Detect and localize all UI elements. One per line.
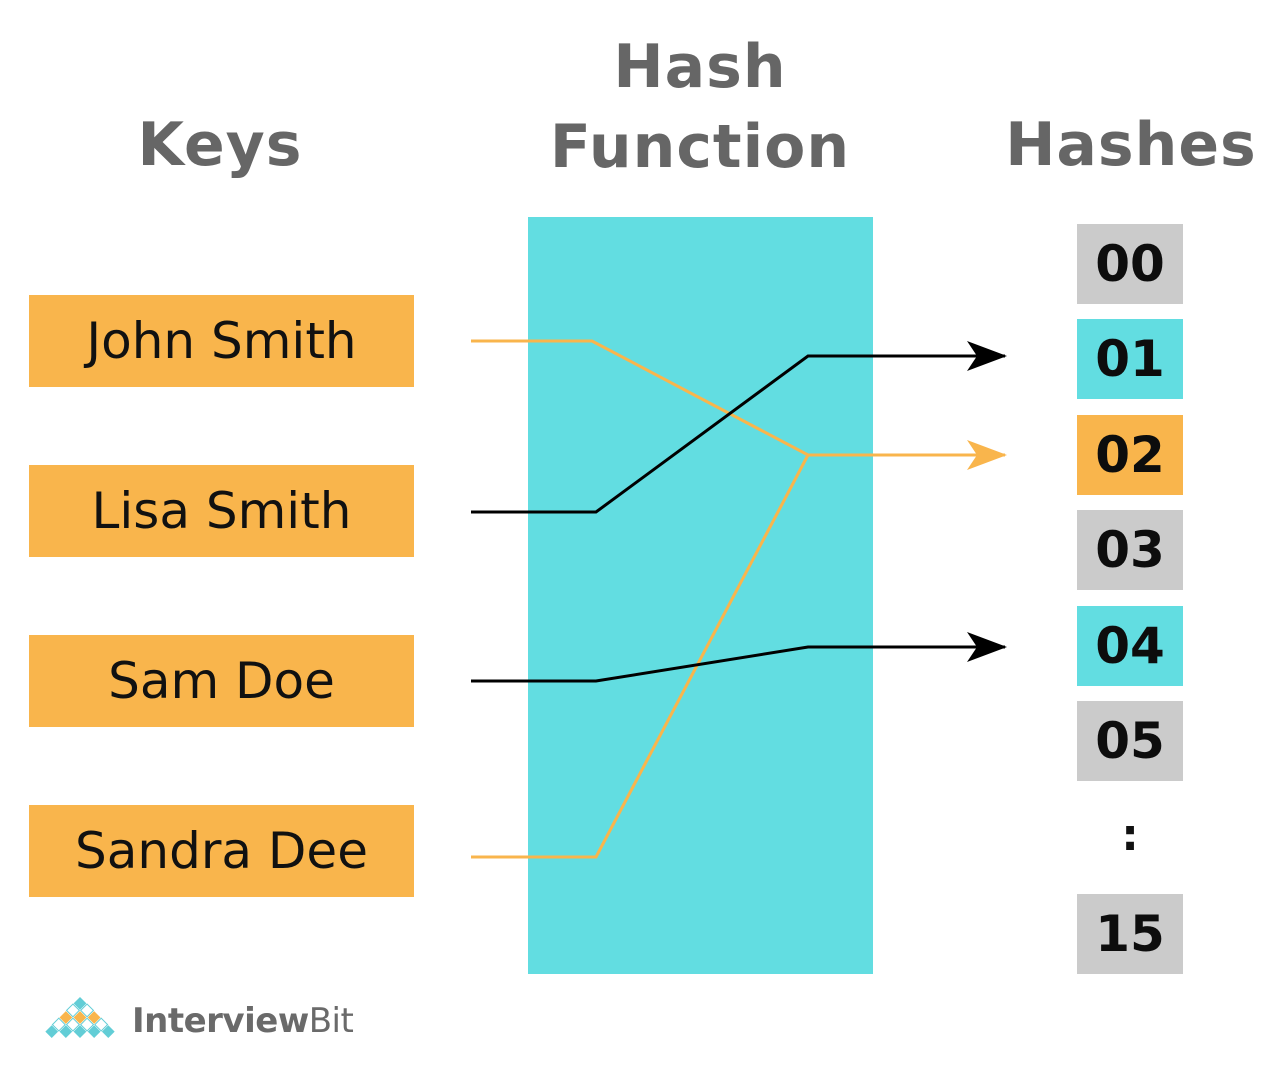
logo-text-interview: Interview xyxy=(132,1001,309,1041)
mapping-lines xyxy=(471,339,1007,859)
mapping-line-sam-doe xyxy=(471,632,1007,683)
mapping-line-lisa-smith xyxy=(471,341,1007,514)
logo-pyramid-icon xyxy=(45,997,115,1039)
logo-text: InterviewBit xyxy=(132,1001,354,1041)
interviewbit-logo: InterviewBit xyxy=(36,993,354,1049)
mapping-line-john-smith xyxy=(471,339,1007,470)
logo-text-bit: Bit xyxy=(308,1001,354,1041)
